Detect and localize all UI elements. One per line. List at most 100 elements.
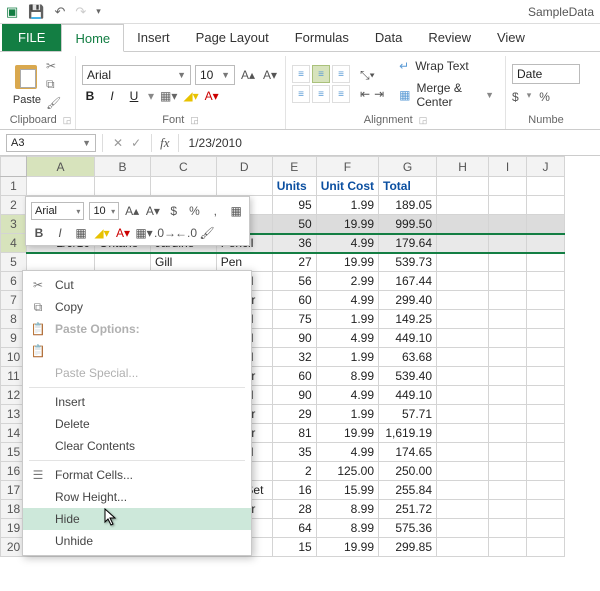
menu-hide[interactable]: Hide — [23, 508, 251, 530]
cell[interactable]: Gill — [151, 253, 217, 272]
col-header-J[interactable]: J — [527, 157, 565, 177]
cell[interactable]: 75 — [272, 310, 316, 329]
row-header[interactable]: 5 — [1, 253, 27, 272]
cell[interactable] — [437, 329, 489, 348]
cell[interactable] — [527, 386, 565, 405]
cell[interactable] — [527, 329, 565, 348]
mini-bold-icon[interactable]: B — [31, 225, 47, 241]
decrease-font-icon[interactable]: A▾ — [261, 66, 279, 84]
menu-clear-contents[interactable]: Clear Contents — [23, 435, 251, 457]
mini-comma-icon[interactable]: , — [207, 203, 223, 219]
name-box[interactable]: A3 ▼ — [6, 134, 96, 152]
cell[interactable]: 250.00 — [379, 462, 437, 481]
cell[interactable]: 50 — [272, 215, 316, 234]
cell[interactable] — [527, 538, 565, 557]
paste-button[interactable]: Paste — [13, 94, 41, 106]
cell[interactable]: 1.99 — [316, 348, 378, 367]
cell[interactable]: 35 — [272, 443, 316, 462]
cell[interactable] — [489, 329, 527, 348]
font-name-select[interactable]: Arial▼ — [82, 65, 191, 85]
cell[interactable]: 63.68 — [379, 348, 437, 367]
tab-view[interactable]: View — [484, 24, 538, 51]
cell[interactable]: 16 — [272, 481, 316, 500]
menu-cut[interactable]: ✂Cut — [23, 274, 251, 296]
cell[interactable] — [437, 386, 489, 405]
cell[interactable] — [95, 253, 151, 272]
cell[interactable]: 575.36 — [379, 519, 437, 538]
cell[interactable]: 60 — [272, 367, 316, 386]
cell[interactable]: 1.99 — [316, 405, 378, 424]
col-header-C[interactable]: C — [151, 157, 217, 177]
merge-center-button[interactable]: ▦Merge & Center▼ — [394, 79, 499, 111]
cell[interactable]: 255.84 — [379, 481, 437, 500]
cell[interactable] — [437, 367, 489, 386]
cell[interactable]: 449.10 — [379, 329, 437, 348]
cell[interactable]: 27 — [272, 253, 316, 272]
cell[interactable]: 15 — [272, 538, 316, 557]
tab-formulas[interactable]: Formulas — [282, 24, 362, 51]
cell[interactable] — [489, 215, 527, 234]
cell[interactable]: 4.99 — [316, 291, 378, 310]
cell[interactable]: 57.71 — [379, 405, 437, 424]
cell[interactable] — [489, 253, 527, 272]
cell[interactable]: 32 — [272, 348, 316, 367]
orientation-icon[interactable]: ⤡▾ — [360, 68, 384, 83]
cell[interactable]: 189.05 — [379, 196, 437, 215]
copy-icon[interactable]: ⧉ — [46, 77, 61, 92]
menu-copy[interactable]: ⧉Copy — [23, 296, 251, 318]
cell[interactable] — [527, 367, 565, 386]
mini-currency-icon[interactable]: $ — [166, 203, 182, 219]
row-header[interactable]: 1 — [1, 177, 27, 196]
alignment-dialog-icon[interactable]: ◲ — [419, 115, 428, 126]
cell[interactable]: 56 — [272, 272, 316, 291]
mini-borders-icon[interactable]: ▦▾ — [136, 225, 152, 241]
cell[interactable] — [489, 310, 527, 329]
cell[interactable]: 2.99 — [316, 272, 378, 291]
cell[interactable] — [437, 234, 489, 253]
cell[interactable]: 36 — [272, 234, 316, 253]
cell[interactable] — [437, 291, 489, 310]
cell[interactable] — [527, 348, 565, 367]
number-format-select[interactable]: Date — [512, 64, 580, 84]
cell[interactable]: 1,619.19 — [379, 424, 437, 443]
cut-icon[interactable]: ✂ — [46, 59, 61, 73]
cancel-icon[interactable]: ✕ — [113, 136, 123, 150]
cell[interactable] — [527, 272, 565, 291]
font-color-button[interactable]: A▾ — [205, 89, 219, 103]
col-header-I[interactable]: I — [489, 157, 527, 177]
tab-data[interactable]: Data — [362, 24, 415, 51]
cell[interactable] — [437, 481, 489, 500]
col-header-D[interactable]: D — [216, 157, 272, 177]
cell[interactable] — [489, 291, 527, 310]
cell[interactable]: 95 — [272, 196, 316, 215]
cell[interactable]: Units — [272, 177, 316, 196]
redo-icon[interactable]: ↷ — [75, 4, 86, 20]
cell[interactable] — [27, 253, 95, 272]
mini-shrink-font-icon[interactable]: A▾ — [145, 203, 161, 219]
cell[interactable]: 179.64 — [379, 234, 437, 253]
format-painter-icon[interactable]: 🖌 — [46, 96, 61, 110]
cell[interactable] — [527, 215, 565, 234]
cell[interactable] — [489, 443, 527, 462]
cell[interactable]: 1.99 — [316, 196, 378, 215]
cell[interactable] — [437, 538, 489, 557]
save-icon[interactable]: 💾 — [28, 4, 44, 20]
row-header[interactable]: 2 — [1, 196, 27, 215]
undo-icon[interactable]: ↶ — [54, 4, 65, 20]
cell[interactable] — [437, 405, 489, 424]
cell[interactable]: 299.85 — [379, 538, 437, 557]
cell[interactable] — [437, 519, 489, 538]
cell[interactable]: 28 — [272, 500, 316, 519]
cell[interactable] — [437, 348, 489, 367]
decrease-indent-icon[interactable]: ⇤ — [360, 87, 370, 101]
cell[interactable] — [489, 424, 527, 443]
cell[interactable]: Total — [379, 177, 437, 196]
underline-menu-icon[interactable]: ▾ — [148, 89, 154, 103]
cell[interactable]: 8.99 — [316, 367, 378, 386]
col-header-H[interactable]: H — [437, 157, 489, 177]
mini-percent-icon[interactable]: % — [187, 203, 203, 219]
cell[interactable] — [437, 310, 489, 329]
mini-inc-decimal-icon[interactable]: .0→ — [157, 225, 173, 241]
cell[interactable] — [527, 462, 565, 481]
cell[interactable]: Pen — [216, 253, 272, 272]
